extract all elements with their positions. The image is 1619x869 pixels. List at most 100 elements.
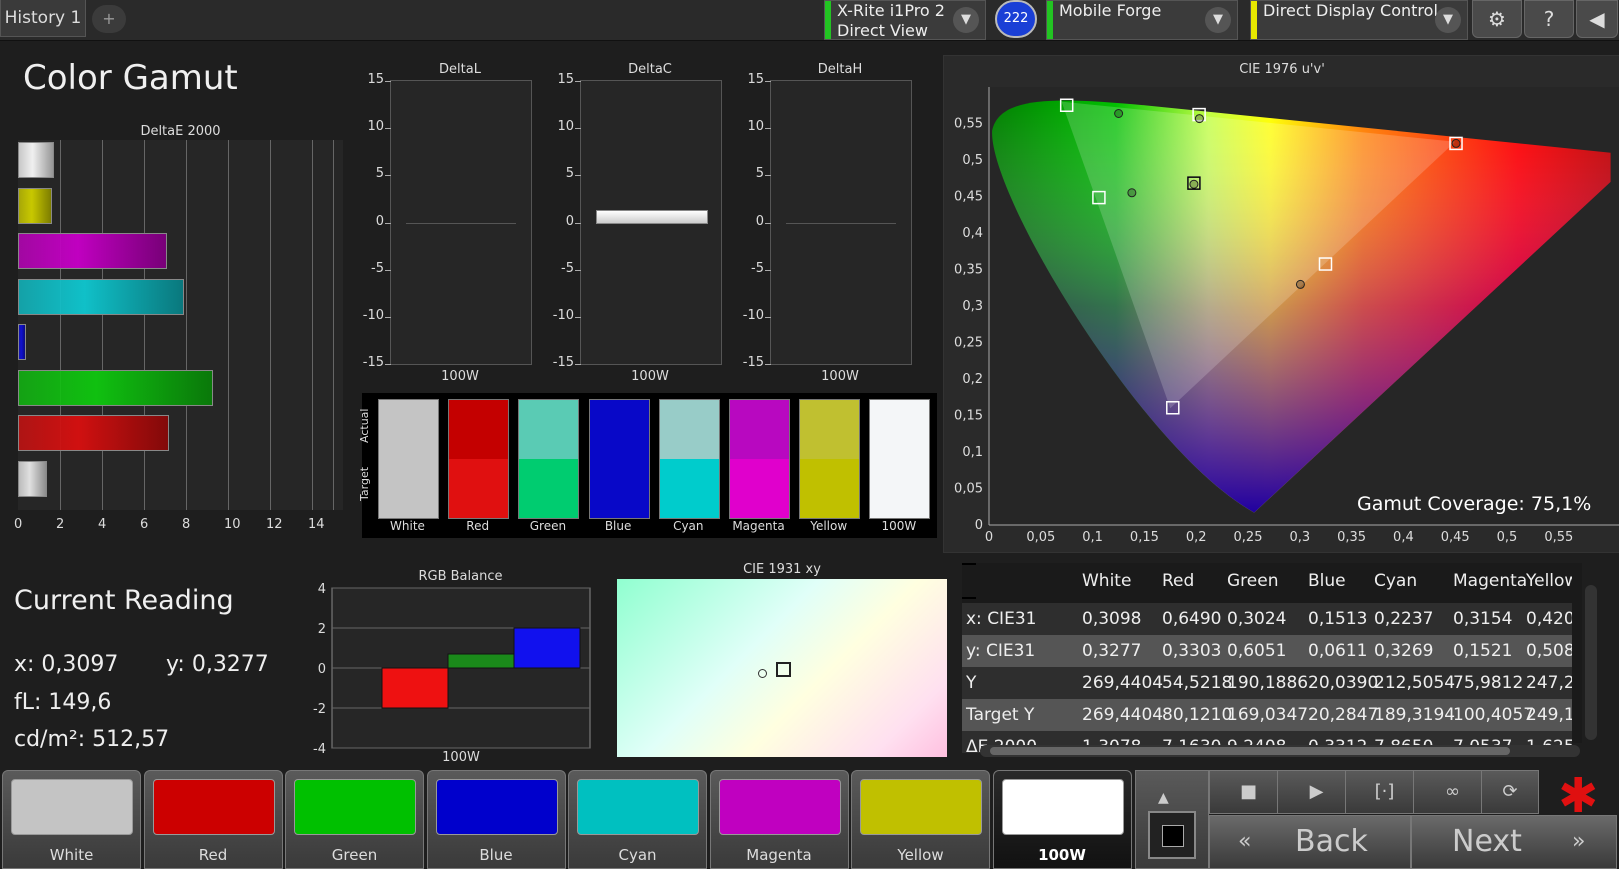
asterisk-icon[interactable]: ✱ xyxy=(1558,772,1598,820)
target-point xyxy=(776,662,791,677)
chevron-down-icon[interactable]: ▼ xyxy=(1435,7,1461,33)
table-header-cell: Magenta xyxy=(1453,571,1528,591)
patch-button-green[interactable]: Green xyxy=(285,770,424,869)
swatch-cyan xyxy=(658,399,720,519)
measured-marker xyxy=(1194,114,1204,124)
table-header-cell: Yellow xyxy=(1526,571,1572,591)
swatch-target xyxy=(870,459,930,518)
patch-label: Blue xyxy=(479,846,513,864)
table-header-cell: Red xyxy=(1162,571,1195,591)
table-vertical-scrollbar[interactable] xyxy=(1585,585,1597,740)
chevron-down-icon[interactable]: ▼ xyxy=(1205,7,1231,33)
deltae-bar-green xyxy=(18,369,214,406)
patch-button-100w[interactable]: 100W xyxy=(992,770,1132,869)
gear-icon[interactable]: ⚙ xyxy=(1472,0,1522,38)
table-cell: 0,3024 xyxy=(1227,609,1287,629)
d-chart-tickmark xyxy=(765,364,771,365)
d-chart-tick: 5 xyxy=(755,166,764,182)
swatch-actual xyxy=(659,400,719,459)
table-cell: 0,5087 xyxy=(1526,641,1572,661)
patch-button-yellow[interactable]: Yellow xyxy=(851,770,990,869)
patch-swatch xyxy=(577,779,699,835)
d-chart-xlabel: 100W xyxy=(631,369,669,384)
rgb-bar-blue xyxy=(513,627,581,669)
patch-button-blue[interactable]: Blue xyxy=(426,770,566,869)
arrow-left-icon[interactable]: ◀ xyxy=(1576,0,1618,38)
back-button[interactable]: « Back xyxy=(1209,815,1411,869)
deltae-chart xyxy=(18,140,343,510)
d-chart-tickmark xyxy=(765,222,771,224)
stop-big-icon[interactable] xyxy=(1148,811,1196,859)
patch-button-magenta[interactable]: Magenta xyxy=(709,770,849,869)
table-cell: 75,9812 xyxy=(1453,673,1524,693)
cie-x-tick: 0,3 xyxy=(1289,530,1310,545)
table-cell: Target Y xyxy=(966,705,1035,725)
table-cell: 54,5218 xyxy=(1162,673,1233,693)
deltae-bar-white xyxy=(18,142,54,178)
table-cell: 0,3277 xyxy=(1082,641,1142,661)
display-status-bar xyxy=(1251,1,1257,39)
cie-x-tick: 0,5 xyxy=(1497,530,1518,545)
table-cell: 0,1513 xyxy=(1308,609,1368,629)
rgb-tick: -4 xyxy=(313,742,326,757)
d-chart-tick: 0 xyxy=(565,213,574,229)
double-chevron-left-icon: « xyxy=(1238,829,1252,854)
table-cell: 269,4404 xyxy=(1082,673,1164,693)
deltae-bar-red xyxy=(18,415,170,451)
d-chart-tickmark xyxy=(575,222,581,224)
cie-x-tick: 0,2 xyxy=(1186,530,1207,545)
swatch-white xyxy=(378,399,439,519)
d-chart-xlabel: 100W xyxy=(821,369,859,384)
d-chart-tick: 15 xyxy=(747,72,764,87)
refresh-icon[interactable]: ⟳ xyxy=(1481,770,1539,814)
d-chart-title: DeltaH xyxy=(817,62,863,77)
meter-selector[interactable]: X-Rite i1Pro 2 Direct View ▼ xyxy=(824,0,986,40)
table-scrollbar[interactable] xyxy=(980,745,1580,757)
swatch-actual xyxy=(589,400,649,459)
patch-button-red[interactable]: Red xyxy=(143,770,283,869)
cie-y-tick: 0,2 xyxy=(962,372,983,387)
table-cell: x: CIE31 xyxy=(966,609,1037,629)
table-cell: y: CIE31 xyxy=(966,641,1036,661)
deltae-bar-yellow xyxy=(18,187,52,224)
reading-cdm2: cd/m²: 512,57 xyxy=(14,727,170,752)
cie-x-tick: 0,15 xyxy=(1130,530,1159,545)
d-chart-tickmark xyxy=(765,81,771,82)
d-chart-tickmark xyxy=(765,316,771,318)
display-control-selector[interactable]: Direct Display Control ▼ xyxy=(1250,0,1468,40)
d-chart-tickmark xyxy=(385,128,391,130)
cie-y-tick: 0,15 xyxy=(954,409,983,424)
patch-swatch xyxy=(294,779,416,835)
d-chart-tick: -15 xyxy=(552,355,574,370)
table-cell: 189,3194 xyxy=(1374,705,1456,725)
d-chart-bar xyxy=(596,210,708,225)
next-button[interactable]: Next » xyxy=(1411,815,1617,869)
patch-swatch xyxy=(11,779,133,835)
chevron-down-icon[interactable]: ▼ xyxy=(953,7,979,33)
cie-x-tick: 0,05 xyxy=(1026,530,1055,545)
add-tab-button[interactable]: + xyxy=(92,5,126,33)
profile-label: Mobile Forge xyxy=(1059,1,1162,20)
patch-button-white[interactable]: White xyxy=(2,770,141,869)
cie-x-tick: 0,4 xyxy=(1393,530,1414,545)
d-chart-tickmark xyxy=(385,269,391,271)
d-chart-tickmark xyxy=(575,175,581,177)
rgb-tick: 2 xyxy=(318,622,326,637)
d-chart-tick: 15 xyxy=(367,72,384,87)
help-icon[interactable]: ? xyxy=(1524,0,1574,38)
scrollbar-thumb[interactable] xyxy=(990,747,1510,755)
table-cell: 269,4404 xyxy=(1082,705,1164,725)
patch-button-cyan[interactable]: Cyan xyxy=(568,770,707,869)
swatch-actual xyxy=(730,400,789,459)
cie-x-tick: 0,35 xyxy=(1337,530,1366,545)
meter-status-bar xyxy=(825,1,831,39)
table-cell: 80,1210 xyxy=(1162,705,1233,725)
d-chart-tickmark xyxy=(385,364,391,365)
rgb-bar-green xyxy=(447,653,515,669)
step-control[interactable]: ▲ xyxy=(1135,770,1209,869)
d-chart-tickmark xyxy=(765,128,771,130)
swatch-target xyxy=(379,459,438,518)
deltae-axis: 0 2 4 6 8 10 12 14 xyxy=(14,517,343,535)
profile-selector[interactable]: Mobile Forge ▼ xyxy=(1046,0,1238,40)
tab-history-1[interactable]: History 1 xyxy=(0,0,86,37)
